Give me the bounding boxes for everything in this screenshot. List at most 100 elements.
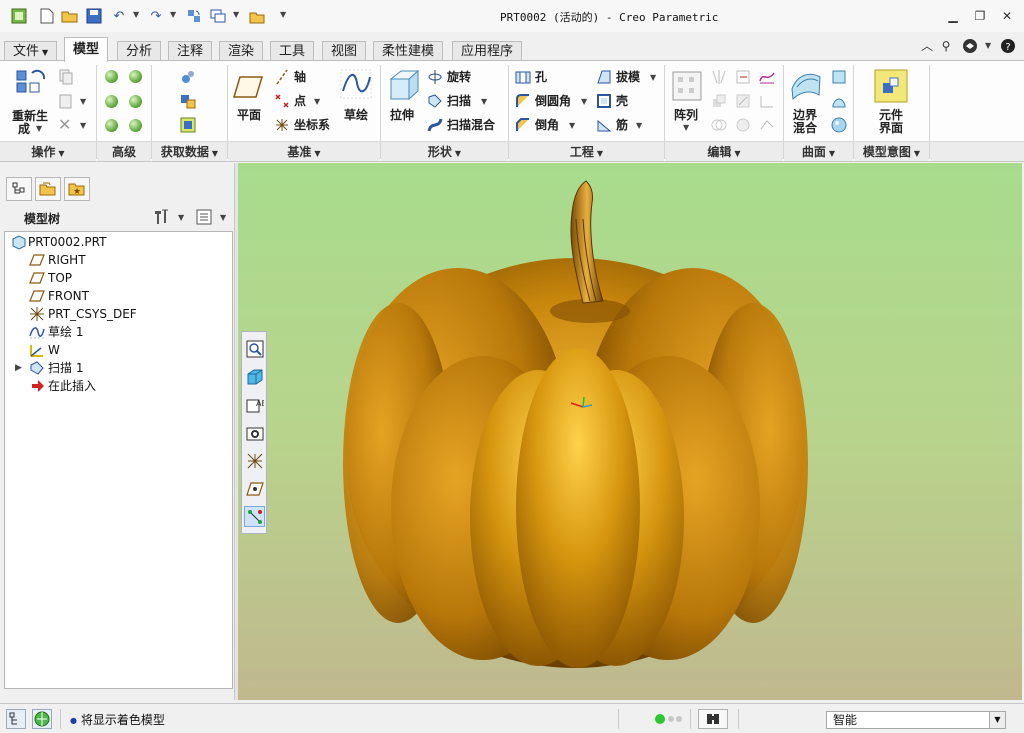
component-interface-icon[interactable] [874, 69, 908, 103]
draft-label[interactable]: 拔模 [616, 70, 640, 84]
point-dropdown-icon[interactable]: ▼ [314, 97, 320, 106]
fill-icon[interactable] [831, 69, 847, 85]
pumpkin-model[interactable] [238, 163, 1022, 700]
advanced-option-5-icon[interactable] [105, 119, 118, 132]
extrude-icon[interactable] [388, 69, 420, 103]
style-icon[interactable] [831, 93, 847, 109]
group-operations[interactable]: 操作 ▼ [0, 141, 96, 161]
copy-icon[interactable] [58, 69, 74, 85]
advanced-option-6-icon[interactable] [129, 119, 142, 132]
extrude-label[interactable]: 拉伸 [390, 108, 414, 122]
chamfer-dropdown-icon[interactable]: ▼ [569, 121, 575, 130]
spin-center-icon[interactable] [244, 506, 265, 527]
tab-render[interactable]: 渲染 [219, 41, 264, 61]
solidify-icon[interactable] [759, 117, 775, 133]
tab-tools[interactable]: 工具 [270, 41, 315, 61]
freestyle-icon[interactable] [831, 117, 847, 133]
thicken-icon[interactable] [735, 117, 751, 133]
round-dropdown-icon[interactable]: ▼ [581, 97, 587, 106]
extend-icon[interactable] [735, 69, 751, 85]
graphics-window[interactable] [238, 163, 1022, 700]
saved-orientations-icon[interactable]: AB [244, 394, 265, 415]
pattern-dropdown-icon[interactable]: ▼ [683, 123, 689, 132]
tree-settings-dropdown-icon[interactable]: ▼ [178, 213, 184, 222]
intersect-icon[interactable] [711, 117, 727, 133]
csys-label[interactable]: 坐标系 [294, 118, 330, 132]
collapse-ribbon-icon[interactable]: ︿ [918, 37, 936, 55]
sketch-label[interactable]: 草绘 [344, 108, 368, 122]
display-style-icon[interactable] [244, 366, 265, 387]
find-icon[interactable] [698, 709, 728, 729]
group-advanced[interactable]: 高级 [97, 141, 151, 161]
boundary-blend-label[interactable]: 边界 [793, 108, 817, 122]
shell-icon[interactable] [596, 93, 612, 109]
revolve-label[interactable]: 旋转 [447, 70, 471, 84]
shrinkwrap-icon[interactable] [180, 117, 196, 133]
plane-display-icon[interactable] [244, 478, 265, 499]
chevron-down-icon[interactable]: ▼ [989, 712, 1005, 728]
component-interface-label-2[interactable]: 界面 [879, 121, 903, 135]
tab-model-tree[interactable] [6, 177, 32, 201]
sweep-icon[interactable] [427, 93, 443, 109]
open-icon[interactable] [61, 7, 79, 25]
boundary-blend-label-2[interactable]: 混合 [793, 121, 817, 135]
group-model-intent[interactable]: 模型意图 ▼ [854, 141, 929, 161]
expand-icon[interactable]: ▶ [15, 359, 22, 377]
tab-model[interactable]: 模型 [64, 37, 109, 62]
paste-dropdown-icon[interactable]: ▼ [80, 97, 86, 106]
boundary-blend-icon[interactable] [789, 69, 823, 103]
sweep-label[interactable]: 扫描 [447, 94, 471, 108]
tab-applications[interactable]: 应用程序 [452, 41, 523, 61]
pattern-label[interactable]: 阵列 [674, 108, 698, 122]
group-get-data[interactable]: 获取数据 ▼ [152, 141, 227, 161]
draft-icon[interactable] [596, 69, 612, 85]
regenerate-label[interactable]: 重新生 [12, 109, 48, 123]
tab-flexible-modeling[interactable]: 柔性建模 [373, 41, 444, 61]
customize-toolbar-icon[interactable]: ▼ [280, 10, 286, 19]
swept-blend-label[interactable]: 扫描混合 [447, 118, 495, 132]
round-label[interactable]: 倒圆角 [535, 94, 571, 108]
close-window-icon[interactable] [248, 7, 266, 25]
trim-icon[interactable] [735, 93, 751, 109]
windows-dropdown-icon[interactable]: ▼ [233, 10, 239, 19]
show-icon[interactable] [194, 208, 214, 226]
plane-icon[interactable] [232, 73, 264, 101]
tab-analysis[interactable]: 分析 [117, 41, 162, 61]
close-icon[interactable]: ✕ [998, 7, 1016, 25]
hole-icon[interactable] [515, 69, 531, 85]
mirror-icon[interactable] [711, 69, 727, 85]
show-dropdown-icon[interactable]: ▼ [220, 213, 226, 222]
swept-blend-icon[interactable] [427, 117, 443, 133]
group-shapes[interactable]: 形状 ▼ [381, 141, 508, 161]
windows-icon[interactable] [209, 7, 227, 25]
sweep-dropdown-icon[interactable]: ▼ [481, 97, 487, 106]
tab-annotate[interactable]: 注释 [168, 41, 213, 61]
minimize-icon[interactable]: ▁ [944, 7, 962, 25]
chamfer-icon[interactable] [515, 117, 531, 133]
sketch-icon[interactable] [340, 69, 372, 99]
help-icon[interactable]: ? [999, 37, 1017, 55]
delete-icon[interactable]: ✕ [58, 117, 74, 133]
tree-settings-icon[interactable] [152, 208, 172, 226]
rib-icon[interactable] [596, 117, 612, 133]
regenerate-dropdown-icon[interactable]: ▼ [36, 124, 42, 133]
rib-dropdown-icon[interactable]: ▼ [636, 121, 642, 130]
regenerate-icon[interactable] [185, 7, 203, 25]
point-icon[interactable] [274, 93, 290, 109]
advanced-option-1-icon[interactable] [105, 70, 118, 83]
regenerate-icon[interactable] [14, 69, 48, 103]
selection-filter-select[interactable]: 智能 ▼ [826, 711, 1006, 729]
advanced-option-4-icon[interactable] [129, 95, 142, 108]
group-engineering[interactable]: 工程 ▼ [509, 141, 664, 161]
draft-dropdown-icon[interactable]: ▼ [650, 73, 656, 82]
group-datum[interactable]: 基准 ▼ [228, 141, 380, 161]
hole-label[interactable]: 孔 [535, 70, 547, 84]
new-icon[interactable] [38, 7, 56, 25]
project-icon[interactable] [759, 69, 775, 85]
undo-dropdown-icon[interactable]: ▼ [133, 10, 139, 19]
search-icon[interactable]: ⚲ [937, 37, 955, 55]
delete-dropdown-icon[interactable]: ▼ [80, 121, 86, 130]
redo-dropdown-icon[interactable]: ▼ [170, 10, 176, 19]
view-manager-icon[interactable] [244, 422, 265, 443]
toggle-browser-icon[interactable] [32, 709, 52, 729]
